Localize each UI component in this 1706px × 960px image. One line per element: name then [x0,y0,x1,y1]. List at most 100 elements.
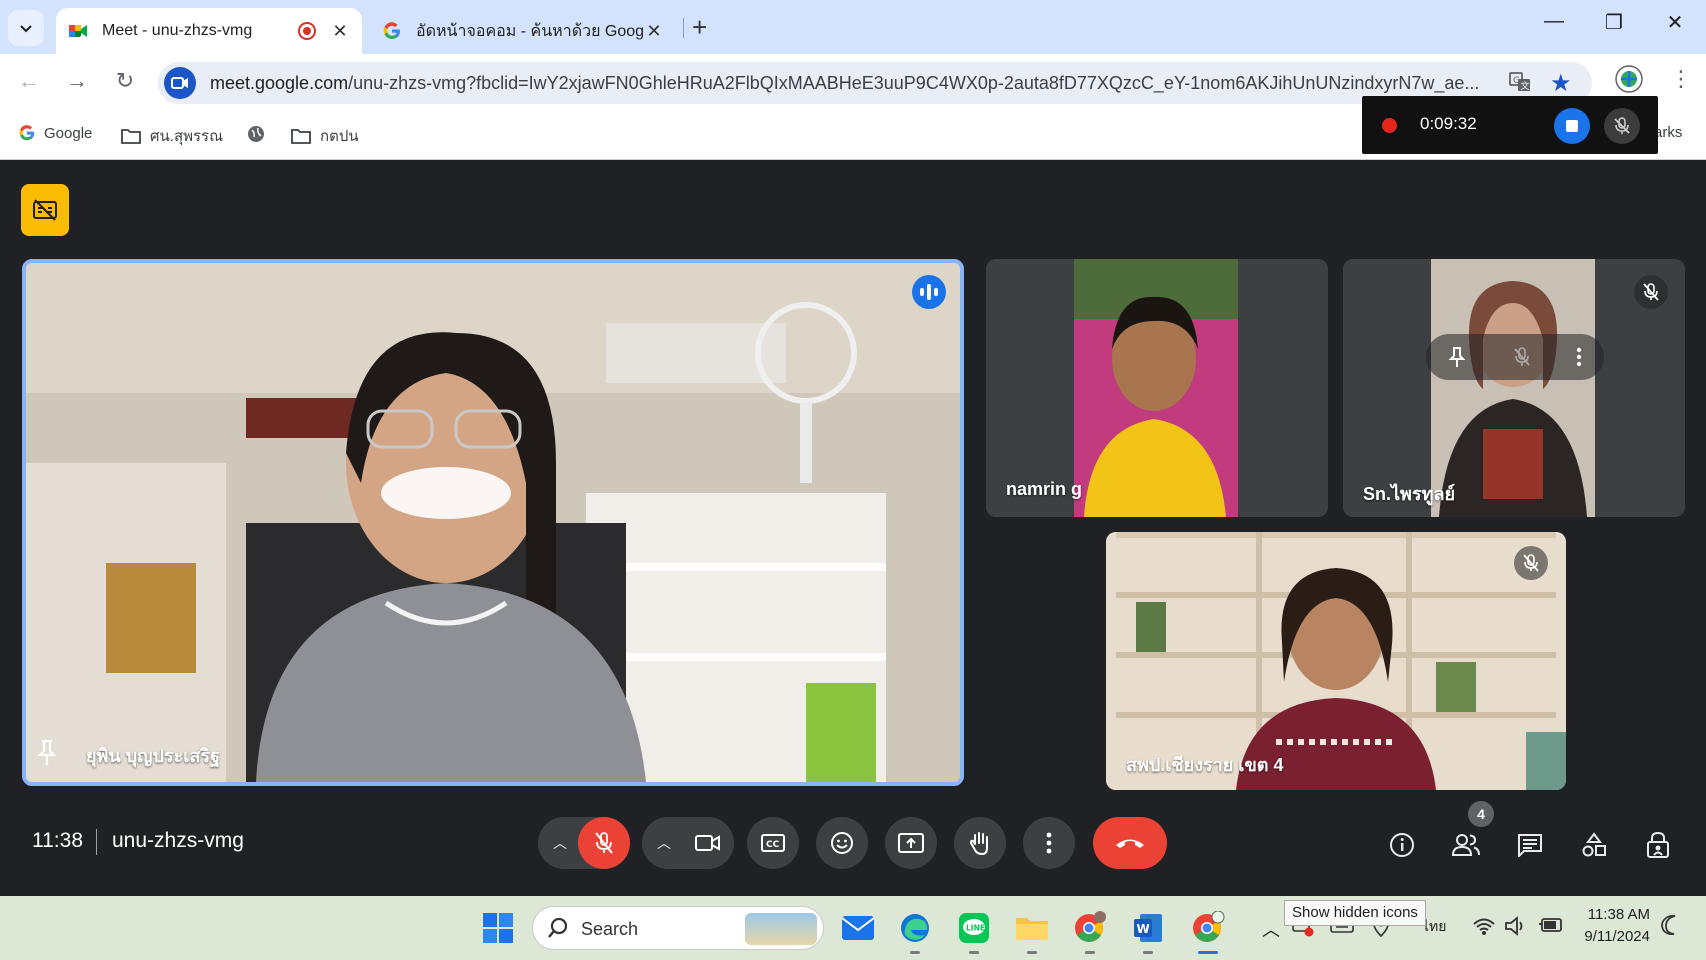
url-text: meet.google.com/unu-zhzs-vmg?fbclid=IwY2… [210,73,1480,93]
tab-divider [683,18,684,38]
bookmark-label: กตปน [320,128,359,145]
chat-button[interactable] [1510,825,1550,865]
volume-icon[interactable] [1504,916,1528,941]
notification-moon-icon[interactable] [1660,914,1682,941]
info-icon [1390,833,1414,857]
participant-tile[interactable]: สพป.เชียงราย เขต 4 [1106,532,1566,790]
captions-off-badge[interactable] [21,184,69,236]
meeting-details-button[interactable] [1382,825,1422,865]
captions-button[interactable]: CC [747,817,799,869]
chevron-down-icon [20,25,32,33]
mic-off-icon [595,832,613,854]
extension-icon[interactable] [1614,64,1644,100]
google-icon [19,125,35,141]
folder-icon [121,129,141,144]
chrome-icon [1193,911,1225,942]
tab-strip: Meet - unu-zhzs-vmg ✕ อัดหน้าจอคอม - ค้น… [0,0,1706,54]
people-button[interactable] [1446,825,1486,865]
activities-button[interactable] [1574,825,1614,865]
people-icon [1451,834,1480,856]
close-window-icon[interactable]: ✕ [1655,10,1695,35]
search-highlight-image [745,913,817,945]
svg-text:CC: CC [766,840,780,850]
pin-icon[interactable] [36,739,62,767]
participant-tile-main[interactable]: ยุพิน บุญประเสริฐ [22,259,964,786]
mute-participant-icon[interactable] [1513,347,1531,367]
host-controls-lock-icon [1647,831,1669,858]
browser-menu-icon[interactable]: ⋮ [1670,66,1692,92]
clock-time: 11:38 AM [1587,906,1650,923]
emoji-icon [831,832,853,854]
bookmark-folder-2[interactable]: กตปน [290,124,359,148]
close-tab-icon[interactable]: ✕ [644,21,664,42]
participant-name: Sn.ไพรทูลย์ [1363,484,1456,504]
close-tab-icon[interactable]: ✕ [330,21,350,42]
hand-icon [969,832,988,856]
file-explorer-app[interactable] [1012,908,1052,954]
meeting-code: unu-zhzs-vmg [112,829,244,852]
edge-icon [901,914,929,942]
back-arrow-icon[interactable]: ← [14,68,44,94]
tile-hover-controls [1426,334,1604,380]
line-app[interactable]: LINE [954,908,994,954]
pin-icon[interactable] [1448,346,1468,368]
edge-app[interactable] [895,908,935,954]
present-screen-button[interactable] [885,817,937,869]
bookmark-google[interactable]: Google [18,124,92,142]
site-info-icon[interactable] [164,67,196,99]
speaking-indicator-icon [912,275,946,309]
battery-icon[interactable] [1538,916,1564,939]
more-options-button[interactable] [1023,817,1075,869]
forward-arrow-icon[interactable]: → [62,68,92,94]
stop-recording-button[interactable] [1554,108,1590,144]
wifi-icon[interactable] [1472,916,1496,941]
taskbar-search-box[interactable]: Search [532,906,824,950]
folder-icon [1016,918,1048,940]
bookmark-star-icon[interactable]: ★ [1550,69,1572,98]
mail-app[interactable] [838,908,878,948]
raise-hand-button[interactable] [954,817,1006,869]
video-camera-icon [695,835,720,851]
video-settings-chevron-icon[interactable]: ︿ [646,833,682,853]
chat-icon [1518,834,1542,857]
chrome-profile-app[interactable] [1070,908,1110,954]
participant-name: สพป.เชียงราย เขต 4 [1126,755,1284,775]
minimize-icon[interactable]: — [1534,10,1574,33]
host-controls-button[interactable] [1638,825,1678,865]
mic-off-icon [1614,117,1630,134]
line-icon: LINE [959,913,989,943]
word-app[interactable]: W [1128,908,1168,954]
participant-video [26,263,960,782]
globe-icon [248,126,264,142]
tab-search-button[interactable] [8,10,44,46]
mail-icon [841,916,875,940]
camera-toggle-button[interactable] [682,817,734,869]
more-vert-icon [1046,832,1052,854]
recording-indicator-icon [298,22,316,40]
system-clock[interactable]: 11:38 AM 9/11/2024 [1578,904,1650,948]
restore-icon[interactable]: ❐ [1594,10,1634,35]
activities-shapes-icon [1582,832,1606,857]
reload-icon[interactable]: ↻ [110,68,140,94]
audio-controls: ︿ [538,817,630,869]
bookmark-folder-1[interactable]: ศน.สุพรรณ [120,124,223,148]
all-bookmarks-label[interactable]: arks [1654,124,1682,141]
present-screen-icon [898,833,924,853]
more-options-icon[interactable] [1576,347,1582,367]
tab-meet[interactable]: Meet - unu-zhzs-vmg ✕ [56,8,362,54]
show-hidden-icons-chevron-icon[interactable]: ︿ [1262,916,1280,942]
new-tab-button[interactable]: + [692,12,707,43]
start-button[interactable] [478,908,518,948]
chrome-app-active[interactable] [1188,908,1228,954]
participant-tile[interactable]: Sn.ไพรทูลย์ [1343,259,1685,517]
audio-settings-chevron-icon[interactable]: ︿ [542,833,578,853]
leave-call-button[interactable] [1093,817,1167,869]
microphone-toggle-button[interactable] [578,817,630,869]
tab-google-search[interactable]: อัดหน้าจอคอม - ค้นหาด้วย Google ✕ [370,8,676,54]
bookmark-globe[interactable] [246,124,274,144]
bookmark-label: ศน.สุพรรณ [150,128,224,145]
recorder-mic-off-button[interactable] [1604,108,1640,144]
participant-tile[interactable]: namrin g [986,259,1328,517]
reactions-button[interactable] [816,817,868,869]
participant-name: ยุพิน บุญประเสริฐ [86,746,220,766]
